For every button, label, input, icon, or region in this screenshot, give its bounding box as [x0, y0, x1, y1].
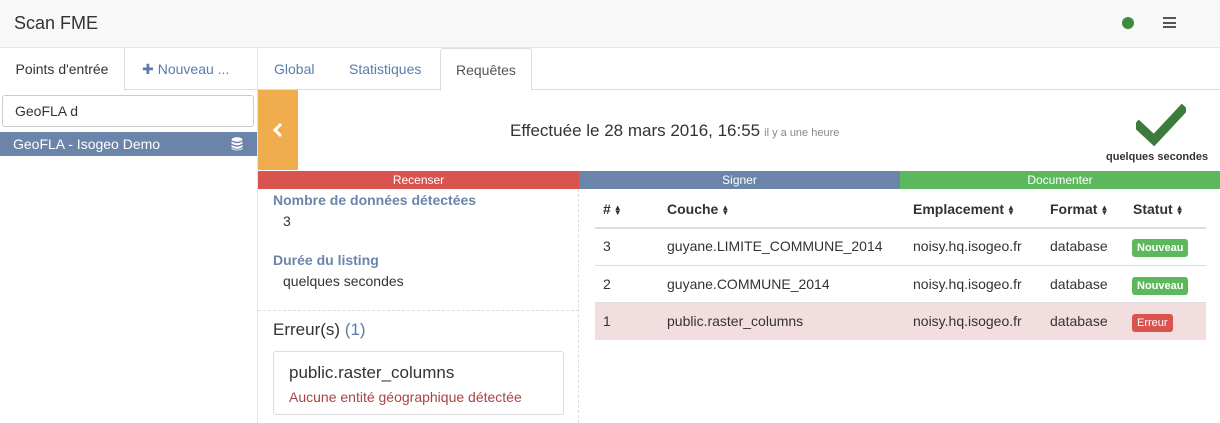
cell-format: database: [1050, 276, 1108, 292]
plus-icon: ✚: [142, 61, 154, 77]
errors-heading-label: Erreur(s): [273, 320, 341, 339]
sort-icon: ▲ ▼: [1175, 203, 1184, 218]
table-row[interactable]: 2 guyane.COMMUNE_2014 noisy.hq.isogeo.fr…: [595, 265, 1206, 303]
cell-location: noisy.hq.isogeo.fr: [913, 238, 1022, 254]
check-icon: [1136, 104, 1186, 146]
status-badge: Erreur: [1132, 314, 1173, 332]
cell-layer: guyane.COMMUNE_2014: [667, 276, 830, 292]
column-header-number[interactable]: # ▲ ▼: [603, 201, 622, 217]
hamburger-menu-icon[interactable]: [1163, 17, 1176, 28]
table-row[interactable]: 1 public.raster_columns noisy.hq.isogeo.…: [595, 302, 1206, 340]
column-header-format[interactable]: Format ▲ ▼: [1050, 201, 1108, 217]
top-navbar: Scan FME: [0, 0, 1220, 48]
errors-heading: Erreur(s) (1): [273, 320, 366, 340]
error-card-title: public.raster_columns: [289, 363, 455, 382]
sort-icon: ▲ ▼: [1007, 203, 1015, 218]
cell-format: database: [1050, 313, 1108, 329]
listing-duration-value: quelques secondes: [283, 273, 404, 289]
tab-new-label: Nouveau ...: [157, 61, 230, 77]
table-row[interactable]: 3 guyane.LIMITE_COMMUNE_2014 noisy.hq.is…: [595, 227, 1206, 265]
status-badge: Nouveau: [1132, 239, 1189, 257]
sidebar-tabs: Points d'entrée ✚ Nouveau ...: [0, 48, 258, 91]
divider: [258, 310, 579, 311]
step-signer: Signer: [579, 171, 900, 189]
chevron-left-icon: [273, 123, 283, 137]
detected-count-label: Nombre de données détectées: [273, 192, 477, 208]
tab-statistics[interactable]: Statistiques: [349, 48, 421, 90]
sidebar-item-geofla[interactable]: GeoFLA - Isogeo Demo: [0, 132, 257, 156]
status-badge: Nouveau: [1132, 277, 1189, 295]
sidebar: Points d'entrée ✚Nouveau ... GeoFLA - Is…: [0, 48, 258, 423]
cell-location: noisy.hq.isogeo.fr: [913, 276, 1022, 292]
error-card-message: Aucune entité géographique détectée: [289, 389, 522, 405]
sort-icon: ▲ ▼: [613, 203, 622, 218]
cell-number: 2: [603, 276, 611, 292]
cell-number: 1: [603, 313, 611, 329]
step-recenser: Recenser: [258, 171, 579, 189]
request-details: Nombre de données détectées 3 Durée du l…: [258, 189, 579, 423]
sidebar-item-label: GeoFLA - Isogeo Demo: [13, 136, 161, 152]
back-button[interactable]: [258, 90, 298, 170]
errors-count: (1): [344, 320, 366, 339]
column-header-status[interactable]: Statut ▲ ▼: [1133, 201, 1184, 217]
tab-global[interactable]: Global: [274, 48, 314, 90]
connection-status-icon: [1122, 17, 1134, 29]
app-title[interactable]: Scan FME: [14, 13, 98, 34]
database-icon: [231, 137, 243, 151]
request-relative-time: il y a une heure: [764, 127, 840, 139]
request-date: Effectuée le 28 mars 2016, 16:55 il y a u…: [510, 121, 839, 141]
main-tabs: Global Statistiques Requêtes: [258, 48, 1220, 91]
tab-entry-points[interactable]: Points d'entrée: [0, 48, 125, 91]
sort-icon: ▲ ▼: [721, 203, 730, 218]
column-header-layer[interactable]: Couche ▲ ▼: [667, 201, 729, 217]
column-header-location[interactable]: Emplacement ▲ ▼: [913, 201, 1015, 217]
sort-icon: ▲ ▼: [1100, 203, 1109, 218]
cell-format: database: [1050, 238, 1108, 254]
cell-number: 3: [603, 238, 611, 254]
step-documenter: Documenter: [900, 171, 1220, 189]
cell-location: noisy.hq.isogeo.fr: [913, 313, 1022, 329]
cell-layer: guyane.LIMITE_COMMUNE_2014: [667, 238, 883, 254]
detected-count-value: 3: [283, 213, 291, 229]
error-card: public.raster_columns Aucune entité géog…: [273, 351, 564, 415]
tab-new-entry-point[interactable]: ✚ Nouveau ...: [142, 48, 229, 90]
duration-label: quelques secondes: [1106, 151, 1209, 163]
listing-duration-label: Durée du listing: [273, 252, 379, 268]
cell-layer: public.raster_columns: [667, 313, 804, 329]
tab-requests[interactable]: Requêtes: [440, 48, 532, 91]
request-date-label: Effectuée le 28 mars 2016, 16:55: [510, 121, 761, 140]
search-input[interactable]: [2, 95, 254, 127]
